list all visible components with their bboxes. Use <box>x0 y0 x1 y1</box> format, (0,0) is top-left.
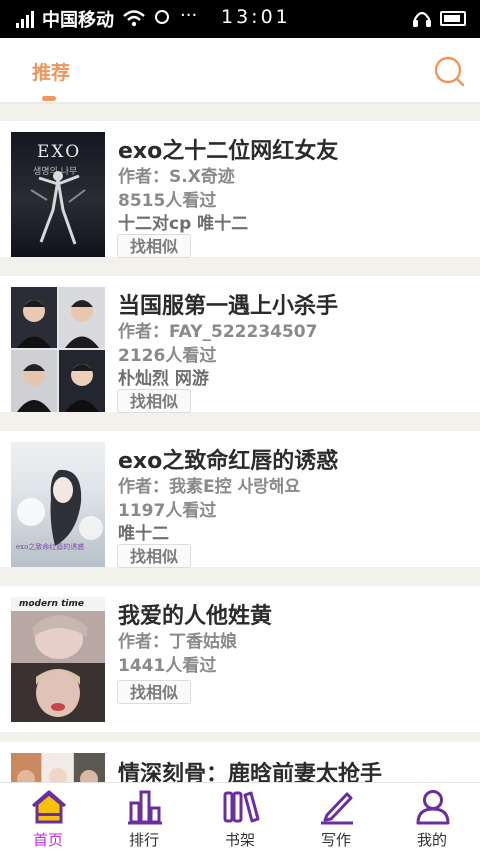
ranking-icon <box>128 790 162 825</box>
nav-write[interactable]: 写作 <box>288 783 384 855</box>
nav-label-write: 写作 <box>320 831 351 849</box>
book-item[interactable]: 当国服第一遇上小杀手 作者：FAY_522234507 2126人看过 朴灿烈 … <box>0 276 480 413</box>
book-item[interactable]: EXO 생명의 나무 exo之十二位网红女友 作者：S.X奇迹 8515人看过 … <box>0 121 480 258</box>
book-item[interactable]: exo之致命红唇的诱惑 exo之致命红唇的诱惑 作者：我素E控 사랑해요 119… <box>0 431 480 568</box>
book-views: 1441人看过 <box>118 656 217 676</box>
wifi-icon <box>123 10 145 27</box>
nav-bookshelf[interactable]: 书架 <box>192 783 288 855</box>
find-similar-button[interactable]: 找相似 <box>117 680 191 704</box>
cover-art <box>11 287 105 412</box>
book-title[interactable]: 我爱的人他姓黄 <box>118 598 272 630</box>
find-similar-button[interactable]: 找相似 <box>117 389 191 413</box>
tab-recommend[interactable]: 推荐 <box>32 58 70 85</box>
cover-title-text: exo之致命红唇的诱惑 <box>16 543 85 551</box>
cover-art <box>11 611 105 722</box>
book-author: 作者：FAY_522234507 <box>118 322 318 342</box>
book-cover <box>11 287 105 412</box>
person-icon <box>416 790 450 825</box>
book-tags: 朴灿烈 网游 <box>118 369 209 389</box>
top-tab-bar: 推荐 <box>0 38 480 104</box>
book-author: 作者：我素E控 사랑해요 <box>118 477 301 497</box>
pen-icon <box>321 792 353 825</box>
status-bar: 中国移动 ··· 13:01 <box>0 0 480 38</box>
book-cover: modern time <box>11 597 105 722</box>
book-author: 作者：S.X奇迹 <box>118 167 235 187</box>
nav-profile[interactable]: 我的 <box>384 783 480 855</box>
book-cover: exo之致命红唇的诱惑 <box>11 442 105 567</box>
nav-home[interactable]: 首页 <box>0 783 96 855</box>
carrier-name: 中国移动 <box>42 10 114 31</box>
book-title[interactable]: exo之致命红唇的诱惑 <box>118 443 338 475</box>
book-cover: EXO 생명의 나무 <box>11 132 105 257</box>
nav-label-profile: 我的 <box>416 831 447 849</box>
book-views: 8515人看过 <box>118 191 217 211</box>
nav-ranking[interactable]: 排行 <box>96 783 192 855</box>
active-tab-indicator <box>42 96 56 101</box>
book-title[interactable]: exo之十二位网红女友 <box>118 133 338 165</box>
book-item[interactable]: modern time 我爱的人他姓黄 作者：丁香姑娘 1441人看过 找相似 <box>0 586 480 732</box>
bottom-navigation: 首页 排行 书架 写作 我的 <box>0 782 480 855</box>
book-title[interactable]: 当国服第一遇上小杀手 <box>118 288 338 320</box>
cover-art <box>30 171 86 245</box>
find-similar-button[interactable]: 找相似 <box>117 234 191 258</box>
nav-label-ranking: 排行 <box>128 831 159 849</box>
search-icon[interactable] <box>432 54 466 88</box>
more-notifications-icon: ··· <box>180 5 198 26</box>
book-tags: 唯十二 <box>118 524 169 544</box>
bookshelf-icon <box>223 791 260 823</box>
nav-label-bookshelf: 书架 <box>224 831 255 849</box>
battery-icon <box>440 11 466 26</box>
home-icon <box>31 790 67 824</box>
media-icon <box>155 10 169 24</box>
find-similar-button[interactable]: 找相似 <box>117 544 191 568</box>
clock: 13:01 <box>221 6 291 28</box>
book-tags: 十二对cp 唯十二 <box>118 214 249 234</box>
nav-label-home: 首页 <box>32 831 63 849</box>
signal-icon <box>16 11 34 28</box>
book-views: 1197人看过 <box>118 501 217 521</box>
book-author: 作者：丁香姑娘 <box>118 632 237 652</box>
book-views: 2126人看过 <box>118 346 217 366</box>
headset-icon <box>413 11 431 27</box>
